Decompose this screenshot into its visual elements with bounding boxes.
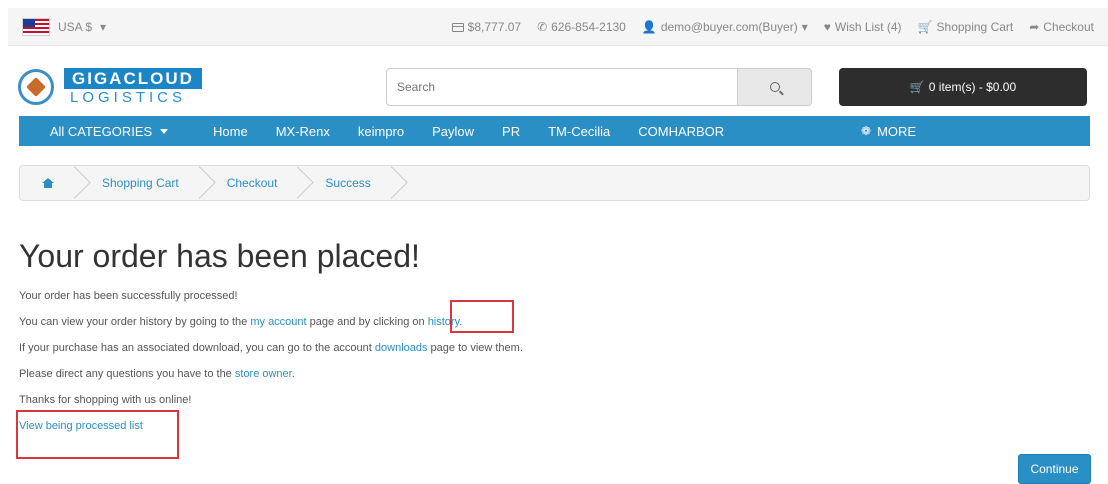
shopping-cart-label: Shopping Cart	[936, 20, 1014, 34]
thanks-message: Thanks for shopping with us online!	[19, 394, 192, 406]
cart-button[interactable]: 🛒 0 item(s) - $0.00	[839, 68, 1087, 106]
breadcrumb-checkout[interactable]: Checkout	[205, 166, 304, 200]
processed-line: View being processed list	[19, 420, 1089, 446]
highlight-box-processed-list	[16, 410, 179, 459]
breadcrumb-success[interactable]: Success	[303, 166, 396, 200]
cart-icon: 🛒	[909, 80, 925, 94]
logo-mark-icon	[18, 69, 54, 105]
balance-amount: $8,777.07	[467, 20, 522, 34]
currency-selector[interactable]: USA $ ▾	[22, 8, 106, 46]
wishlist-link[interactable]: ♥ Wish List (4)	[824, 20, 902, 34]
home-icon	[42, 178, 54, 188]
breadcrumb-shopping-cart[interactable]: Shopping Cart	[80, 166, 205, 200]
nav-more-menu[interactable]: ❁ MORE	[861, 116, 916, 146]
user-icon: 👤	[641, 20, 657, 34]
heart-icon: ♥	[823, 20, 831, 34]
main-nav: All CATEGORIES Home MX-Renx keimpro Payl…	[19, 116, 1090, 146]
history-line: You can view your order history by going…	[19, 316, 463, 328]
balance: $8,777.07	[451, 20, 522, 34]
main-content: Your order has been placed! Your order h…	[19, 236, 1089, 446]
nav-item-tm-cecilia[interactable]: TM-Cecilia	[534, 116, 624, 146]
search-input[interactable]	[386, 68, 738, 106]
share-arrow-icon: ➦	[1029, 20, 1040, 34]
nav-item-home[interactable]: Home	[199, 116, 262, 146]
cart-label: 0 item(s) - $0.00	[928, 80, 1017, 94]
all-categories-menu[interactable]: All CATEGORIES	[19, 116, 199, 146]
phone-number: 626-854-2130	[551, 20, 626, 34]
search-icon	[769, 82, 780, 92]
us-flag-icon	[22, 18, 50, 36]
logo-line1: GIGACLOUD	[64, 67, 202, 89]
nav-item-mx-renx[interactable]: MX-Renx	[262, 116, 344, 146]
page-title: Your order has been placed!	[19, 238, 420, 274]
breadcrumb: Shopping Cart Checkout Success	[19, 165, 1090, 201]
logo-line2: LOGISTICS	[70, 88, 187, 106]
nav-more-label: MORE	[877, 123, 917, 139]
site-logo[interactable]: GIGACLOUD LOGISTICS	[18, 66, 202, 108]
store-owner-link[interactable]: store owner	[235, 368, 292, 380]
top-bar: USA $ ▾ $8,777.07 ✆ 626-854-2130 👤 demo@…	[8, 8, 1108, 46]
nav-item-comharbor[interactable]: COMHARBOR	[624, 116, 738, 146]
caret-down-icon: ▾	[100, 20, 107, 34]
phone-icon: ✆	[537, 20, 548, 34]
success-message: Your order has been successfully process…	[19, 290, 238, 302]
highlight-box-history	[450, 300, 514, 333]
search-bar	[386, 68, 812, 106]
currency-label: USA $	[58, 20, 93, 34]
checkout-link[interactable]: ➦ Checkout	[1029, 20, 1094, 34]
phone: ✆ 626-854-2130	[537, 20, 626, 34]
nav-item-pr[interactable]: PR	[488, 116, 534, 146]
account-label: demo@buyer.com(Buyer)	[660, 20, 798, 34]
downloads-link[interactable]: downloads	[375, 342, 428, 354]
store-owner-line: Please direct any questions you have to …	[19, 368, 295, 380]
caret-down-icon	[160, 128, 169, 134]
shopping-cart-link[interactable]: 🛒 Shopping Cart	[918, 20, 1014, 34]
search-button[interactable]	[738, 68, 812, 106]
caret-down-icon: ▾	[801, 20, 808, 34]
account-menu[interactable]: 👤 demo@buyer.com(Buyer) ▾	[642, 20, 808, 34]
paw-icon: ❁	[861, 124, 872, 138]
all-categories-label: All CATEGORIES	[49, 123, 153, 139]
continue-button[interactable]: Continue	[1018, 454, 1091, 484]
cart-icon: 🛒	[917, 20, 933, 34]
credit-card-icon	[451, 22, 464, 32]
my-account-link[interactable]: my account	[250, 316, 306, 328]
downloads-line: If your purchase has an associated downl…	[19, 342, 523, 354]
breadcrumb-home[interactable]	[20, 166, 80, 200]
wishlist-label: Wish List (4)	[834, 20, 902, 34]
checkout-label: Checkout	[1043, 20, 1094, 34]
nav-item-paylow[interactable]: Paylow	[418, 116, 488, 146]
nav-item-keimpro[interactable]: keimpro	[344, 116, 418, 146]
